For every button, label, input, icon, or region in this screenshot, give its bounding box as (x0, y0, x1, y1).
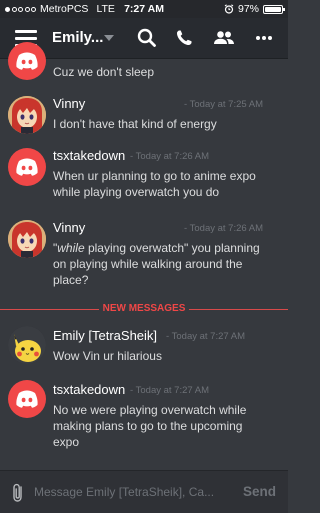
anime-girl-avatar-icon (8, 220, 46, 258)
new-messages-divider: NEW MESSAGES (0, 303, 288, 314)
pikachu-avatar-icon (8, 326, 46, 364)
discord-logo-icon (16, 158, 38, 176)
message-timestamp: - Today at 7:25 AM (184, 99, 264, 110)
message-author[interactable]: Vinny (53, 220, 85, 235)
message: Vinny - Today at 7:26 AM "while playing … (0, 218, 288, 298)
status-bar: MetroPCS LTE 7:27 AM 97% (0, 0, 288, 18)
message: tsxtakedown - Today at 7:27 AM No we wer… (0, 380, 288, 460)
message-author[interactable]: tsxtakedown (53, 148, 125, 163)
discord-logo-icon (16, 390, 38, 408)
message-input[interactable] (34, 481, 232, 503)
avatar[interactable] (8, 148, 46, 186)
message-content: Cuz we don't sleep (53, 65, 155, 79)
message-author[interactable]: Vinny (53, 96, 85, 111)
search-icon[interactable] (133, 24, 161, 52)
avatar[interactable] (8, 42, 46, 80)
message-timestamp: - Today at 7:26 AM (184, 223, 264, 234)
new-messages-label: NEW MESSAGES (98, 303, 190, 314)
message-timestamp: - Today at 7:26 AM (130, 151, 210, 162)
message-content: I don't have that kind of energy (53, 117, 217, 131)
message-content: No we were playing overwatch while makin… (53, 403, 247, 449)
message: Emily [TetraSheik] - Today at 7:27 AM Wo… (0, 326, 288, 370)
message: tsxtakedown - Today at 7:26 AM When ur p… (0, 146, 288, 210)
message: Cuz we don't sleep (0, 42, 288, 86)
discord-logo-icon (16, 52, 38, 70)
avatar[interactable] (8, 220, 46, 258)
message-author[interactable]: tsxtakedown (53, 382, 125, 397)
message: Vinny - Today at 7:25 AM I don't have th… (0, 92, 288, 140)
message-author[interactable]: Emily [TetraSheik] (53, 328, 157, 343)
status-right: 97% (224, 3, 285, 15)
avatar[interactable] (8, 380, 46, 418)
message-composer: Send (0, 470, 288, 513)
battery-icon (263, 4, 285, 14)
anime-girl-avatar-icon (8, 96, 46, 134)
message-timestamp: - Today at 7:27 AM (166, 331, 246, 342)
phone-icon[interactable] (170, 24, 198, 52)
members-icon[interactable] (210, 24, 238, 52)
paperclip-icon[interactable] (8, 482, 28, 504)
avatar[interactable] (8, 96, 46, 134)
send-button[interactable]: Send (243, 484, 276, 499)
alarm-icon (224, 4, 234, 14)
message-content: Wow Vin ur hilarious (53, 349, 162, 363)
more-icon[interactable] (250, 24, 278, 52)
chevron-down-icon[interactable] (104, 35, 114, 41)
avatar[interactable] (8, 326, 46, 364)
battery-percent: 97% (237, 3, 259, 15)
channel-title[interactable]: Emily... (52, 29, 103, 46)
message-content: "while playing overwatch" you planning o… (53, 241, 260, 287)
message-content: When ur planning to go to anime expo whi… (53, 169, 256, 199)
message-timestamp: - Today at 7:27 AM (130, 385, 210, 396)
italic-text: while (57, 241, 85, 255)
